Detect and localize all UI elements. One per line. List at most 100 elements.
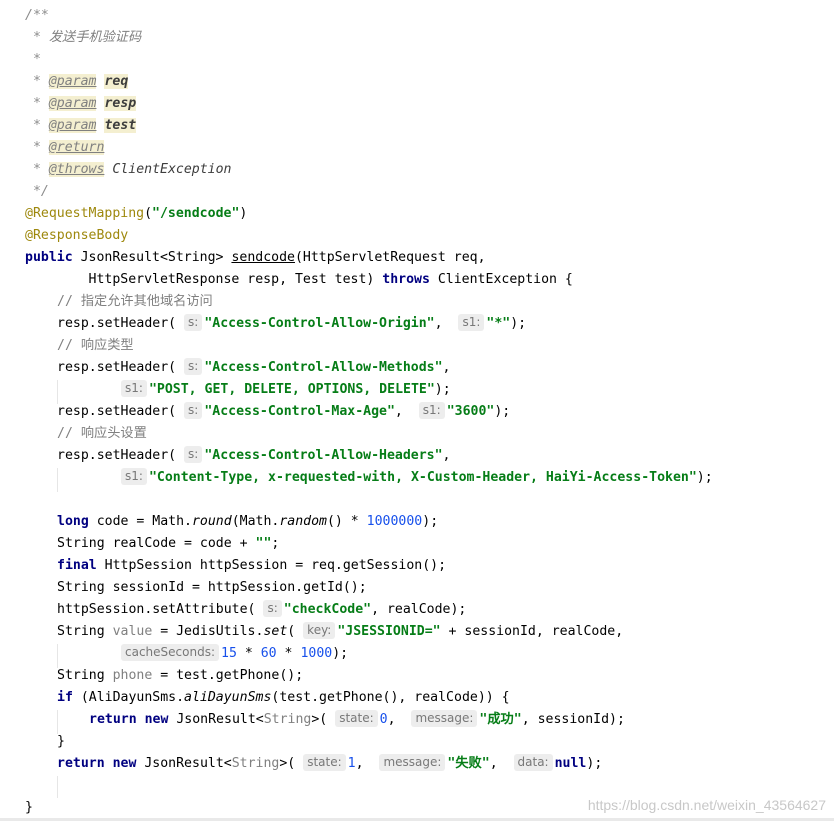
code-text: , realCode); <box>371 602 467 617</box>
string-literal: "POST, GET, DELETE, OPTIONS, DELETE" <box>148 382 435 397</box>
comment-cors: // 指定允许其他域名访问 <box>57 291 213 313</box>
doc-star: * <box>25 162 41 177</box>
static-call: set <box>263 624 288 639</box>
close: ); <box>422 514 439 529</box>
keyword: new <box>112 756 137 771</box>
number: 1000 <box>300 646 333 661</box>
watermark: https://blog.csdn.net/weixin_43564627 <box>587 797 826 813</box>
doc-star: * <box>25 52 41 67</box>
param-hint: s1: <box>458 314 485 331</box>
throws-tag: @throws <box>48 162 105 177</box>
keyword: long <box>57 514 89 529</box>
paren: ( <box>144 206 153 221</box>
doc-star: * <box>25 118 41 133</box>
indent-guide <box>57 776 58 798</box>
static-call: round <box>191 514 232 529</box>
return-success-line: return new JsonResult<String>( state: 0 , … <box>89 709 625 731</box>
string-literal: "3600" <box>446 404 495 419</box>
number: 1000000 <box>366 514 423 529</box>
phone-line: String phone = test.getPhone(); <box>57 665 303 687</box>
param-hint: s: <box>184 402 203 419</box>
param-hint: message: <box>411 710 478 727</box>
static-call: random <box>279 514 327 529</box>
realcode-line: String realCode = code + ""; <box>57 533 279 555</box>
close: ); <box>494 404 511 419</box>
doc-open-text: /** <box>25 8 49 23</box>
return-tag: @return <box>48 140 105 155</box>
string-literal: "成功" <box>479 712 522 727</box>
paren: ( <box>287 624 296 639</box>
call: resp.setHeader( <box>57 404 177 419</box>
method-params-cont: HttpServletResponse resp, Test test) <box>25 272 383 287</box>
code-text: HttpSession httpSession = req.getSession… <box>96 558 447 573</box>
keyword: null <box>554 756 587 771</box>
param-hint: message: <box>379 754 446 771</box>
param-hint: s: <box>184 446 203 463</box>
code-text: String sessionId = httpSession.getId(); <box>57 580 367 595</box>
generic-type: String <box>263 712 312 727</box>
call: httpSession.setAttribute( <box>57 602 256 617</box>
keyword: if <box>57 690 73 705</box>
comment-text: // 响应类型 <box>57 338 134 353</box>
doc-close-text: */ <box>25 184 49 199</box>
keyword-throws: throws <box>382 272 430 287</box>
comment-text: // 响应头设置 <box>57 426 147 441</box>
comma: , <box>355 756 372 771</box>
param-hint: s1: <box>121 468 147 485</box>
string-literal: "失败" <box>447 756 490 771</box>
brace: } <box>25 800 33 815</box>
comma: , <box>434 316 451 331</box>
doc-comment-open: /** <box>25 5 49 27</box>
set-header-methods-cont: s1: "POST, GET, DELETE, OPTIONS, DELETE")… <box>121 379 451 401</box>
comma: , <box>394 404 411 419</box>
param-hint: data: <box>513 754 553 771</box>
param-tag: @param <box>48 74 97 89</box>
code-text: () * <box>326 514 367 529</box>
call: resp.setHeader( <box>57 448 177 463</box>
string-literal: "Access-Control-Allow-Headers" <box>204 448 443 463</box>
return-type: JsonResult<String> <box>72 250 232 265</box>
string-literal: "checkCode" <box>283 602 372 617</box>
string-literal: "*" <box>486 316 511 331</box>
return-fail-line: return new JsonResult<String>( state: 1, … <box>57 753 602 775</box>
param-name: test <box>104 118 137 133</box>
code-text: >( <box>279 756 296 771</box>
string-literal: "JSESSIONID=" <box>337 624 441 639</box>
code-text: String realCode = code + <box>57 536 256 551</box>
unused-variable: value <box>112 624 153 639</box>
param-hint: s1: <box>418 402 445 419</box>
code-text: >( <box>311 712 328 727</box>
call: resp.setHeader( <box>57 316 177 331</box>
type: String <box>57 668 113 683</box>
set-header-allow-cont: s1: "Content-Type, x-requested-with, X-Cu… <box>121 467 713 489</box>
close: ); <box>696 470 713 485</box>
close: ); <box>434 382 451 397</box>
doc-comment-blank: * <box>25 49 41 71</box>
string-literal: "Content-Type, x-requested-with, X-Custo… <box>148 470 697 485</box>
paren: ) <box>239 206 248 221</box>
doc-throws: * @throws ClientException <box>25 159 231 181</box>
number: 1 <box>347 756 356 771</box>
param-hint: s: <box>184 358 203 375</box>
param-tag: @param <box>48 96 97 111</box>
setattribute-line: httpSession.setAttribute( s: "checkCode",… <box>57 599 466 621</box>
number: 60 <box>260 646 277 661</box>
code-editor[interactable]: /** * 发送手机验证码 * * @param req * @param re… <box>0 0 834 821</box>
set-header-origin: resp.setHeader( s: "Access-Control-Allow-… <box>57 313 526 335</box>
method-name: sendcode <box>231 250 295 265</box>
if-line: if (AliDayunSms.aliDayunSms(test.getPhon… <box>57 687 510 709</box>
code-text: = test.getPhone(); <box>152 668 304 683</box>
param-hint: s: <box>184 314 203 331</box>
semicolon: ; <box>271 536 280 551</box>
close: ); <box>332 646 349 661</box>
method-signature: public JsonResult<String> sendcode(HttpS… <box>25 247 486 269</box>
httpsession-line: final HttpSession httpSession = req.getS… <box>57 555 446 577</box>
indent-guide <box>57 468 58 492</box>
request-mapping-annotation: @RequestMapping <box>25 206 145 221</box>
call: resp.setHeader( <box>57 360 177 375</box>
code-text: JsonResult< <box>168 712 264 727</box>
doc-star: * <box>25 140 41 155</box>
unused-variable: phone <box>112 668 153 683</box>
doc-param-resp: * @param resp <box>25 93 137 115</box>
param-hint: s: <box>263 600 282 617</box>
